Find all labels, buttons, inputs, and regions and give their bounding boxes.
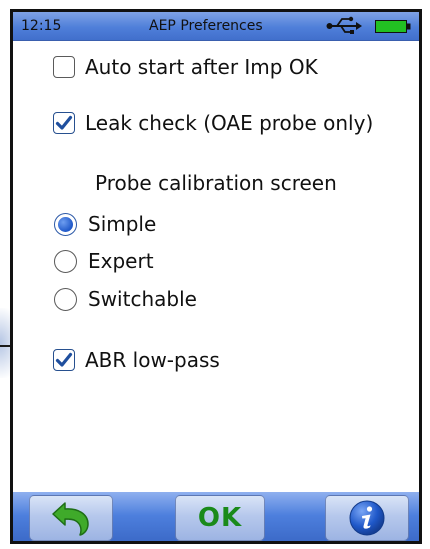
info-icon [349, 500, 385, 536]
radio-button-expert[interactable] [54, 249, 77, 273]
radio-label-switchable: Switchable [88, 287, 197, 311]
auto-start-option[interactable]: Auto start after Imp OK [53, 55, 318, 79]
checkmark-icon [55, 115, 73, 130]
ok-button[interactable]: OK [175, 495, 265, 541]
abr-low-pass-label: ABR low-pass [85, 348, 220, 372]
device-screen: 12:15 AEP Preferences Auto start after I… [10, 9, 422, 544]
radio-option-switchable[interactable]: Switchable [54, 287, 197, 311]
radio-label-simple: Simple [88, 212, 157, 236]
radio-label-expert: Expert [88, 249, 154, 273]
radio-option-simple[interactable]: Simple [54, 212, 156, 236]
auto-start-checkbox[interactable] [53, 56, 75, 78]
status-time: 12:15 [21, 18, 62, 34]
checkmark-icon [55, 352, 73, 367]
leak-check-label: Leak check (OAE probe only) [85, 111, 374, 135]
preferences-content: Auto start after Imp OK Leak check (OAE … [13, 41, 419, 491]
radio-button-simple[interactable] [54, 212, 77, 236]
back-button[interactable] [29, 495, 113, 541]
usb-icon [326, 16, 362, 34]
abr-low-pass-checkbox[interactable] [53, 349, 75, 371]
ok-button-label: OK [197, 503, 243, 533]
bottom-toolbar: OK [13, 492, 419, 541]
radio-button-switchable[interactable] [54, 287, 77, 311]
leak-check-option[interactable]: Leak check (OAE probe only) [53, 111, 373, 135]
abr-low-pass-option[interactable]: ABR low-pass [53, 348, 220, 372]
probe-calibration-heading: Probe calibration screen [95, 171, 337, 195]
radio-selected-dot [58, 216, 73, 232]
screen-title: AEP Preferences [149, 18, 263, 34]
radio-option-expert[interactable]: Expert [54, 249, 154, 273]
info-button[interactable] [325, 495, 409, 541]
auto-start-label: Auto start after Imp OK [85, 55, 318, 79]
battery-icon [375, 20, 411, 33]
leak-check-checkbox[interactable] [53, 112, 75, 134]
back-arrow-icon [52, 502, 89, 536]
screenshot-stage: 12:15 AEP Preferences Auto start after I… [0, 0, 430, 549]
status-bar: 12:15 AEP Preferences [13, 12, 419, 41]
